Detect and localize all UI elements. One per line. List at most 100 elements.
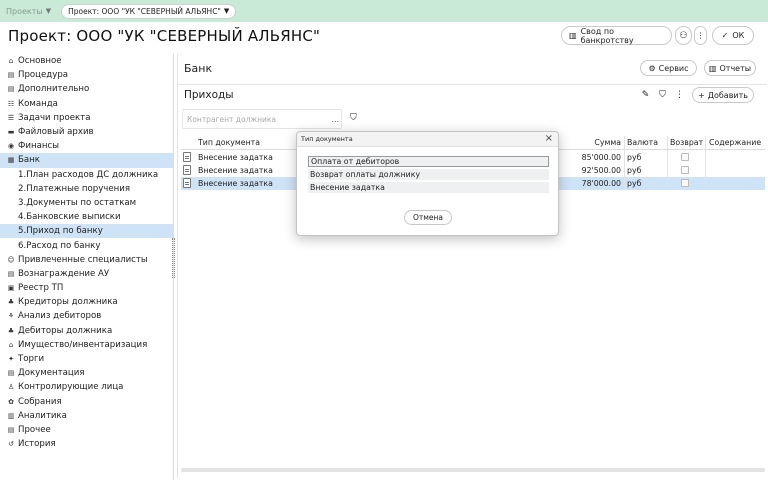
sidebar-item-label: История: [18, 439, 56, 450]
sidebar-item[interactable]: ▥ Аналитика: [0, 409, 173, 423]
close-icon[interactable]: ×: [545, 133, 553, 144]
return-checkbox[interactable]: [681, 164, 693, 177]
document-type-option[interactable]: Возврат оплаты должнику: [308, 169, 549, 180]
sidebar-item[interactable]: 4.Банковские выписки: [0, 210, 173, 224]
sidebar-item[interactable]: ✦ Торги: [0, 352, 173, 366]
auction-icon: ✦: [8, 355, 14, 364]
return-checkbox[interactable]: [681, 177, 693, 190]
column-header-return[interactable]: Возврат: [670, 136, 710, 149]
add-button[interactable]: + Добавить: [692, 87, 754, 103]
summary-button-label: Свод по банкротству: [580, 26, 634, 45]
document-type-option[interactable]: Оплата от дебиторов: [308, 156, 549, 167]
sidebar-item[interactable]: ☺ Привлеченные специалисты: [0, 253, 173, 267]
sidebar-item-label: Вознаграждение АУ: [18, 268, 110, 279]
sidebar-item[interactable]: 3.Документы по остаткам: [0, 196, 173, 210]
bank-icon: ▦: [7, 156, 15, 165]
sidebar-item[interactable]: ☰ Задачи проекта: [0, 111, 173, 125]
sidebar-item[interactable]: 2.Платежные поручения: [0, 182, 173, 196]
filter-button[interactable]: ⛉: [655, 87, 670, 102]
column-header-currency[interactable]: Валюта: [627, 136, 667, 149]
sidebar-item[interactable]: ✿ Собрания: [0, 395, 173, 409]
projects-menu[interactable]: Проекты ▼: [6, 7, 51, 16]
sidebar-item[interactable]: 5.Приход по банку: [0, 224, 173, 239]
cell-sum: 85'000.00: [581, 152, 621, 162]
finance-icon: ◉: [7, 142, 15, 151]
more-button[interactable]: ⋮: [672, 87, 687, 102]
ok-button-label: ОК: [732, 31, 745, 40]
project-selector[interactable]: Проект: ООО "УК "СЕВЕРНЫЙ АЛЬЯНС" ▼: [61, 3, 237, 19]
ok-button[interactable]: ✓ ОК: [712, 26, 754, 45]
sidebar-item[interactable]: ▤ Вознаграждение АУ: [0, 267, 173, 281]
counterparty-filter-input[interactable]: Контрагент должника …: [182, 109, 342, 129]
sidebar-item-label: 5.Приход по банку: [18, 226, 103, 237]
sidebar-item[interactable]: ▤ Дополнительно: [0, 82, 173, 96]
filter-placeholder: Контрагент должника: [187, 114, 276, 124]
sidebar-item-label: Процедура: [18, 70, 69, 81]
cancel-button[interactable]: Отмена: [404, 210, 452, 225]
document-type-option[interactable]: Внесение задатка: [308, 182, 549, 193]
service-button[interactable]: ⚙ Сервис: [640, 60, 697, 76]
column-header-content[interactable]: Содержание: [709, 136, 765, 149]
page-header: Проект: ООО "УК "СЕВЕРНЫЙ АЛЬЯНС" ▥ Свод…: [0, 22, 768, 50]
column-header-type[interactable]: Тип документа: [198, 136, 298, 149]
sidebar-item[interactable]: ▤ Документация: [0, 366, 173, 380]
analysis-icon: ⚘: [7, 312, 15, 321]
property-icon: ⌂: [8, 340, 14, 349]
sidebar-item-label: Кредиторы должника: [18, 297, 118, 308]
sidebar-item[interactable]: ▬ Файловый архив: [0, 125, 173, 139]
sidebar-item-label: Основное: [18, 56, 62, 67]
more-vertical-icon: ⋮: [675, 89, 684, 100]
edit-button[interactable]: ✎: [638, 87, 653, 102]
column-header-sum[interactable]: Сумма: [561, 136, 621, 149]
sidebar-item[interactable]: ♣ Дебиторы должника: [0, 324, 173, 338]
cell-currency: руб: [627, 178, 642, 188]
sidebar-item[interactable]: ♣ Кредиторы должника: [0, 295, 173, 309]
sidebar-item[interactable]: ♙ Контролирующие лица: [0, 380, 173, 394]
sidebar-item[interactable]: 1.План расходов ДС должника: [0, 168, 173, 182]
sidebar-item-label: 6.Расход по банку: [18, 240, 101, 251]
sidebar-item-label: Прочее: [18, 424, 51, 435]
document-type-dialog: Тип документа × Оплата от дебиторов Возвр…: [296, 131, 559, 236]
sidebar-item[interactable]: ▤ Процедура: [0, 68, 173, 82]
sidebar-list: ⌂ Основное ▤ Процедура ▤ Дополнительно ☷ Команд…: [0, 54, 173, 451]
sidebar-item[interactable]: ☷ Команда: [0, 97, 173, 111]
sidebar-item[interactable]: ↺ История: [0, 437, 173, 451]
add-button-label: Добавить: [707, 90, 748, 100]
document-icon: ▤: [7, 269, 15, 278]
sidebar-item-label: Документация: [18, 368, 85, 379]
filter-icon[interactable]: ⛉: [350, 113, 357, 123]
sidebar-item-label: Торги: [18, 354, 45, 365]
dialog-header: Тип документа ×: [297, 132, 558, 147]
sidebar: ⌂ Основное ▤ Процедура ▤ Дополнительно ☷ Команд…: [0, 54, 174, 480]
sidebar-item[interactable]: ▣ Реестр ТП: [0, 281, 173, 295]
sidebar-item-label: Финансы: [18, 141, 59, 152]
chart-icon: ▥: [7, 411, 15, 420]
sidebar-item[interactable]: ⌂ Основное: [0, 54, 173, 68]
summary-button[interactable]: ▥ Свод по банкротству: [561, 26, 672, 45]
reports-button-label: Отчеты: [719, 63, 752, 73]
sidebar-item-label: Аналитика: [18, 410, 67, 421]
creditors-icon: ♣: [7, 298, 15, 307]
document-icon: ▤: [7, 85, 15, 94]
more-button[interactable]: ⋮: [694, 26, 707, 45]
sidebar-item[interactable]: ▤ Прочее: [0, 423, 173, 437]
reports-icon: ▥: [708, 63, 717, 73]
return-checkbox[interactable]: [681, 151, 693, 164]
sidebar-item[interactable]: 6.Расход по банку: [0, 238, 173, 252]
sidebar-item-label: Дополнительно: [18, 84, 90, 95]
sidebar-item-label: Контролирующие лица: [18, 382, 124, 393]
splitter-handle[interactable]: [172, 238, 175, 278]
sidebar-item[interactable]: ⚘ Анализ дебиторов: [0, 309, 173, 323]
meeting-icon: ✿: [8, 397, 14, 406]
sidebar-item[interactable]: ◉ Финансы: [0, 139, 173, 153]
subsection-title: Приходы: [184, 89, 234, 101]
reports-button[interactable]: ▥ Отчеты: [704, 60, 756, 76]
check-icon: ✓: [721, 31, 729, 40]
sidebar-item[interactable]: ⌂ Имущество/инвентаризация: [0, 338, 173, 352]
user-button[interactable]: ⚇: [675, 26, 692, 45]
cell-currency: руб: [627, 152, 642, 162]
horizontal-scrollbar[interactable]: [181, 468, 765, 472]
document-icon: [183, 151, 195, 164]
column-divider: [624, 136, 625, 188]
sidebar-item[interactable]: ▦ Банк: [0, 153, 173, 168]
